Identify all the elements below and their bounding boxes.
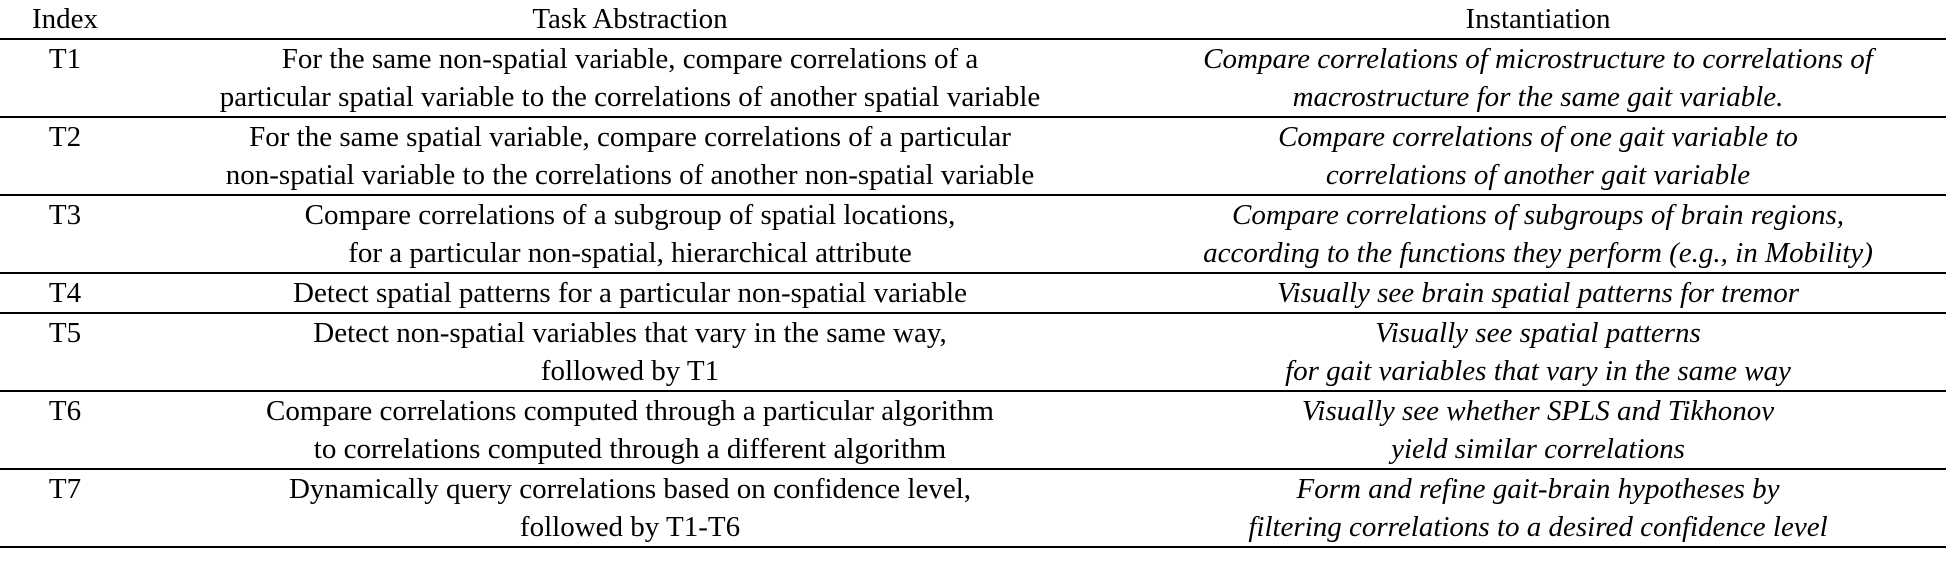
cell-task-line: For the same spatial variable, compare c… bbox=[249, 121, 1011, 153]
cell-task: For the same spatial variable, compare c… bbox=[130, 117, 1130, 196]
table-row-t5: T5 Detect non-spatial variables that var… bbox=[0, 313, 1946, 392]
table-row-t3: T3 Compare correlations of a subgroup of… bbox=[0, 195, 1946, 274]
cell-task-line: Compare correlations of a subgroup of sp… bbox=[304, 199, 956, 231]
cell-task-line: For the same non-spatial variable, compa… bbox=[281, 43, 979, 75]
cell-task-line: for a particular non-spatial, hierarchic… bbox=[348, 237, 912, 269]
cell-task-line: Detect non-spatial variables that vary i… bbox=[313, 317, 947, 349]
cell-instantiation: Visually see spatial patterns for gait v… bbox=[1130, 313, 1946, 392]
cell-task-line: to correlations computed through a diffe… bbox=[313, 433, 947, 465]
header-instantiation: Instantiation bbox=[1130, 0, 1946, 40]
cell-task-line: Compare correlations computed through a … bbox=[266, 395, 994, 427]
cell-index: T7 bbox=[0, 469, 130, 548]
cell-instantiation-line: macrostructure for the same gait variabl… bbox=[1292, 81, 1784, 113]
header-index: Index bbox=[0, 0, 130, 40]
cell-instantiation-line: for gait variables that vary in the same… bbox=[1285, 355, 1791, 387]
cell-task: Compare correlations of a subgroup of sp… bbox=[130, 195, 1130, 274]
cell-task: Dynamically query correlations based on … bbox=[130, 469, 1130, 548]
cell-task: Detect spatial patterns for a particular… bbox=[130, 273, 1130, 314]
cell-task: Compare correlations computed through a … bbox=[130, 391, 1130, 470]
cell-task: For the same non-spatial variable, compa… bbox=[130, 39, 1130, 118]
task-abstraction-table: Index Task Abstraction Instantiation T1 … bbox=[0, 0, 1946, 548]
cell-index: T6 bbox=[0, 391, 130, 470]
cell-instantiation-line: Visually see spatial patterns bbox=[1375, 317, 1701, 349]
cell-instantiation-line: according to the functions they perform … bbox=[1203, 237, 1873, 269]
cell-instantiation-line: correlations of another gait variable bbox=[1325, 159, 1751, 191]
cell-task-line: Dynamically query correlations based on … bbox=[288, 473, 972, 505]
cell-instantiation: Visually see brain spatial patterns for … bbox=[1130, 273, 1946, 314]
cell-instantiation-line: filtering correlations to a desired conf… bbox=[1248, 511, 1828, 543]
header-task-abstraction: Task Abstraction bbox=[130, 0, 1130, 40]
cell-instantiation: Compare correlations of subgroups of bra… bbox=[1130, 195, 1946, 274]
cell-instantiation-line: yield similar correlations bbox=[1391, 433, 1685, 465]
cell-index: T3 bbox=[0, 195, 130, 274]
cell-instantiation-line: Visually see whether SPLS and Tikhonov bbox=[1301, 395, 1775, 427]
task-table-container: Index Task Abstraction Instantiation T1 … bbox=[0, 0, 1946, 548]
cell-task-line: particular spatial variable to the corre… bbox=[219, 81, 1041, 113]
cell-instantiation-line: Form and refine gait-brain hypotheses by bbox=[1296, 473, 1780, 505]
cell-instantiation-line: Visually see brain spatial patterns for … bbox=[1277, 277, 1799, 309]
cell-index: T2 bbox=[0, 117, 130, 196]
cell-instantiation: Visually see whether SPLS and Tikhonov y… bbox=[1130, 391, 1946, 470]
table-header-row: Index Task Abstraction Instantiation bbox=[0, 0, 1946, 40]
cell-instantiation-line: Compare correlations of subgroups of bra… bbox=[1232, 199, 1844, 231]
cell-instantiation-line: Compare correlations of microstructure t… bbox=[1203, 43, 1873, 75]
table-row-t6: T6 Compare correlations computed through… bbox=[0, 391, 1946, 470]
cell-task-line: followed by T1 bbox=[540, 355, 720, 387]
cell-task-line: non-spatial variable to the correlations… bbox=[225, 159, 1035, 191]
cell-task-line: followed by T1-T6 bbox=[519, 511, 741, 543]
table-row-t2: T2 For the same spatial variable, compar… bbox=[0, 117, 1946, 196]
cell-instantiation: Form and refine gait-brain hypotheses by… bbox=[1130, 469, 1946, 548]
cell-index: T1 bbox=[0, 39, 130, 118]
cell-index: T4 bbox=[0, 273, 130, 314]
cell-task-line: Detect spatial patterns for a particular… bbox=[293, 277, 967, 309]
cell-instantiation-line: Compare correlations of one gait variabl… bbox=[1278, 121, 1798, 153]
cell-task: Detect non-spatial variables that vary i… bbox=[130, 313, 1130, 392]
cell-instantiation: Compare correlations of one gait variabl… bbox=[1130, 117, 1946, 196]
table-row-t7: T7 Dynamically query correlations based … bbox=[0, 469, 1946, 548]
cell-instantiation: Compare correlations of microstructure t… bbox=[1130, 39, 1946, 118]
table-row-t1: T1 For the same non-spatial variable, co… bbox=[0, 39, 1946, 118]
cell-index: T5 bbox=[0, 313, 130, 392]
table-row-t4: T4 Detect spatial patterns for a particu… bbox=[0, 273, 1946, 314]
